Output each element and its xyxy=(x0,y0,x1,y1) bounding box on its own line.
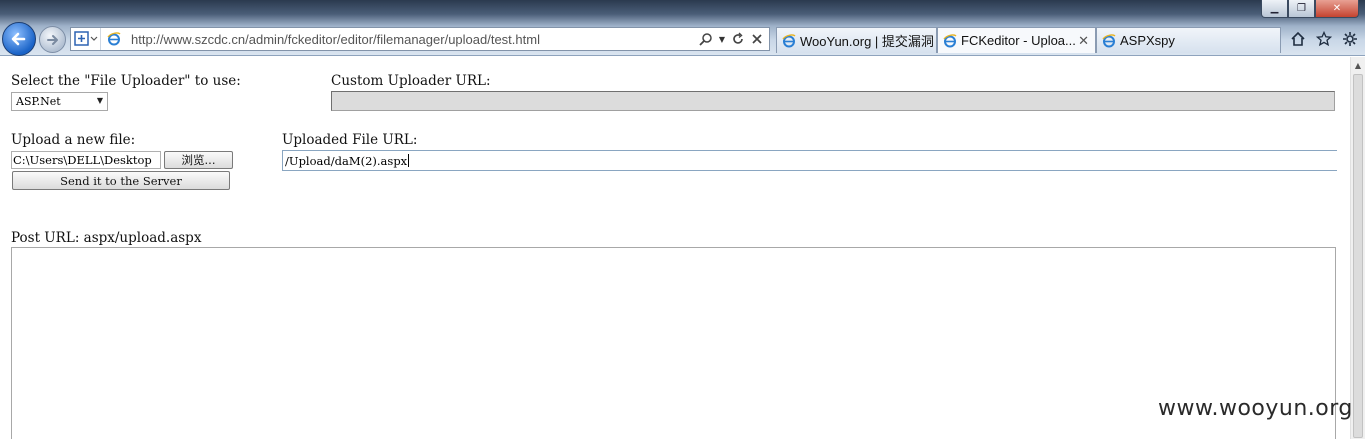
stop-icon[interactable] xyxy=(751,33,763,45)
scrollbar-thumb[interactable] xyxy=(1353,74,1363,438)
browser-right-icons xyxy=(1289,30,1359,48)
send-to-server-button[interactable]: Send it to the Server xyxy=(12,171,230,190)
tab-label: ASPXspy xyxy=(1120,33,1175,48)
favorites-star-icon xyxy=(1316,31,1332,47)
tab-aspxspy[interactable]: ASPXspy xyxy=(1096,27,1281,53)
page-scrollbar[interactable]: ▲ xyxy=(1350,57,1365,439)
address-bar[interactable]: http://www.szcdc.cn/admin/fckeditor/edit… xyxy=(70,27,770,51)
text-caret xyxy=(408,154,410,167)
ie-page-icon xyxy=(782,33,796,47)
ie-page-icon xyxy=(1102,33,1116,47)
back-button[interactable] xyxy=(2,22,36,56)
ie-page-icon xyxy=(107,32,121,46)
custom-uploader-label: Custom Uploader URL: xyxy=(331,73,491,89)
uploader-select[interactable]: ASP.Net ▼ xyxy=(11,92,108,111)
maximize-button[interactable]: ❐ xyxy=(1288,0,1315,18)
tools-gear-icon xyxy=(1343,32,1357,46)
tools-button[interactable] xyxy=(1341,30,1359,48)
compat-view-icon xyxy=(73,31,97,46)
search-icon[interactable] xyxy=(699,32,713,46)
watermark: www.wooyun.org xyxy=(1158,396,1353,421)
uploaded-file-url-label: Uploaded File URL: xyxy=(282,132,418,148)
post-url-label: Post URL: aspx/upload.aspx xyxy=(11,230,202,246)
file-path-field[interactable]: C:\Users\DELL\Desktop xyxy=(11,151,161,169)
tab-close-icon[interactable]: ✕ xyxy=(1078,33,1089,49)
window-controls: ▁ ❐ ✕ xyxy=(1261,0,1359,18)
compat-view-button[interactable] xyxy=(71,28,101,50)
tab-fckeditor[interactable]: FCKeditor - Uploa... ✕ xyxy=(937,27,1096,53)
address-tools: ▼ xyxy=(699,32,769,46)
custom-uploader-url-input[interactable] xyxy=(331,91,1335,111)
uploader-selected-value: ASP.Net xyxy=(16,95,61,108)
tab-label: WooYun.org | 提交漏洞 xyxy=(800,34,934,49)
close-window-button[interactable]: ✕ xyxy=(1315,0,1359,18)
chevron-down-icon: ▼ xyxy=(96,96,103,105)
scroll-up-arrow-icon[interactable]: ▲ xyxy=(1351,57,1365,73)
tab-wooyun[interactable]: WooYun.org | 提交漏洞 xyxy=(776,27,937,53)
browser-chrome: ▁ ❐ ✕ http://www.szcdc.cn/admin/fckedito… xyxy=(0,0,1365,56)
favorites-button[interactable] xyxy=(1315,30,1333,48)
select-uploader-label: Select the "File Uploader" to use: xyxy=(11,73,241,89)
forward-arrow-icon xyxy=(46,34,58,45)
back-arrow-icon xyxy=(11,32,26,46)
upload-file-label: Upload a new file: xyxy=(11,132,136,148)
tab-label: FCKeditor - Uploa... xyxy=(961,33,1076,48)
uploaded-file-url-input[interactable]: /Upload/daM(2).aspx xyxy=(282,150,1337,171)
browse-button[interactable]: 浏览... xyxy=(164,151,233,169)
forward-button[interactable] xyxy=(39,26,66,53)
dropdown-arrow-icon[interactable]: ▼ xyxy=(719,35,725,44)
server-response-output[interactable] xyxy=(11,247,1336,439)
refresh-icon[interactable] xyxy=(731,32,745,46)
ie-page-icon xyxy=(943,33,957,47)
minimize-button[interactable]: ▁ xyxy=(1261,0,1288,18)
uploaded-file-url-value: /Upload/daM(2).aspx xyxy=(285,153,408,168)
home-button[interactable] xyxy=(1289,30,1307,48)
address-url[interactable]: http://www.szcdc.cn/admin/fckeditor/edit… xyxy=(131,32,699,47)
home-icon xyxy=(1291,31,1305,46)
